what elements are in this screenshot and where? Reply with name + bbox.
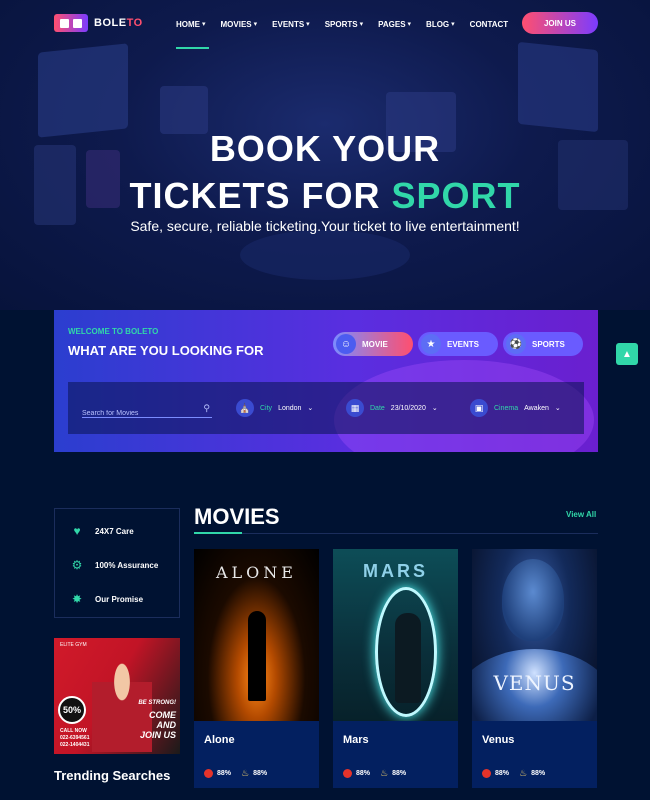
chevron-down-icon: ▾ [451, 21, 455, 28]
popcorn-icon: ♨ [380, 768, 389, 778]
search-filter-bar: ⚲ ⛪ City London ⌄ ▦ Date 23/10/2020 ⌄ ▣ … [68, 382, 584, 434]
movie-poster[interactable]: VENUS [472, 549, 597, 721]
events-icon: ★ [421, 334, 441, 354]
cinema-select[interactable]: ▣ Cinema Awaken ⌄ [470, 398, 561, 418]
nav-item-pages[interactable]: PAGES ▾ [378, 17, 411, 31]
chevron-down-icon: ▾ [253, 21, 258, 28]
promo-discount: 50% [58, 696, 86, 724]
hand-heart-icon: ♥ [73, 524, 81, 538]
chevron-down-icon: ⌄ [431, 405, 438, 412]
movie-poster[interactable]: MARS [333, 549, 458, 721]
tomato-icon [204, 769, 213, 778]
chevron-down-icon: ▾ [407, 21, 412, 28]
hero-title-line2: TICKETS FOR SPORT [0, 175, 650, 217]
hero-screen-illustration [160, 86, 208, 134]
ball-icon: ⚽ [506, 334, 526, 354]
theater-masks-icon: ☺ [336, 334, 356, 354]
movies-section-title: MOVIES [194, 504, 280, 529]
hero-title-highlight: SPORT [391, 175, 521, 216]
hero-screen-illustration [38, 43, 128, 138]
chevron-down-icon: ▾ [202, 21, 206, 28]
site-header: BOLETO HOME ▾ MOVIES ▾ EVENTS ▾ SPORTS ▾ PAG… [0, 0, 650, 49]
logo[interactable]: BOLETO [54, 14, 143, 32]
nav-item-movies[interactable]: MOVIES ▾ [221, 17, 258, 31]
nav-item-home[interactable]: HOME ▾ [176, 17, 208, 49]
logo-text: BOLETO [94, 17, 143, 29]
movie-card[interactable]: MARS Mars 88% ♨ 88% [333, 549, 458, 788]
movie-title[interactable]: Mars [343, 734, 369, 746]
trending-searches-title: Trending Searches [54, 768, 171, 783]
search-panel: WELCOME TO BOLETO WHAT ARE YOU LOOKING F… [54, 310, 598, 452]
chevron-up-icon: ▲ [622, 348, 632, 360]
chevron-down-icon: ▾ [359, 21, 364, 28]
join-us-button[interactable]: JOIN US [522, 12, 598, 34]
ticket-logo-icon [54, 14, 88, 32]
city-select[interactable]: ⛪ City London ⌄ [236, 398, 313, 418]
popcorn-icon: ♨ [241, 768, 250, 778]
panel-welcome: WELCOME TO BOLETO [68, 327, 159, 336]
movie-rating: 88% ♨ 88% [482, 768, 545, 779]
search-input[interactable] [82, 410, 192, 417]
chevron-down-icon: ▾ [306, 21, 310, 28]
panel-title: WHAT ARE YOU LOOKING FOR [68, 343, 264, 358]
hero-title-prefix: TICKETS FOR [129, 175, 392, 216]
movie-title[interactable]: Venus [482, 734, 514, 746]
movie-card[interactable]: VENUS Venus 88% ♨ 88% [472, 549, 597, 788]
promo-call: CALL NOW 022-6394561 022-1404431 [60, 728, 90, 748]
nav-item-sports[interactable]: SPORTS ▾ [325, 17, 363, 31]
promo-join: COME AND JOIN US [139, 710, 176, 740]
calendar-icon: ▦ [346, 399, 364, 417]
film-camera-icon: ▣ [470, 399, 488, 417]
movie-title[interactable]: Alone [204, 734, 235, 746]
category-movie-button[interactable]: ☺ MOVIE [333, 332, 413, 356]
title-underline [194, 532, 242, 534]
city-icon: ⛪ [236, 399, 254, 417]
medal-icon: ✸ [71, 592, 83, 606]
award-icon: ⚙ [71, 558, 83, 572]
nav-item-blog[interactable]: BLOG ▾ [426, 17, 455, 31]
view-all-link[interactable]: View All [566, 510, 596, 519]
hero-stage-illustration [240, 230, 410, 280]
section-divider [242, 533, 598, 534]
date-select[interactable]: ▦ Date 23/10/2020 ⌄ [346, 398, 438, 418]
main-nav: HOME ▾ MOVIES ▾ EVENTS ▾ SPORTS ▾ PAGES ▾ BLO… [176, 17, 523, 49]
search-field: ⚲ [82, 402, 212, 418]
feature-item: ✸ Our Promise [69, 591, 143, 607]
movie-rating: 88% ♨ 88% [204, 768, 267, 779]
search-icon[interactable]: ⚲ [203, 403, 210, 414]
features-box: ♥ 24X7 Care ⚙ 100% Assurance ✸ Our Promi… [54, 508, 180, 618]
nav-item-contact[interactable]: CONTACT [470, 17, 509, 31]
chevron-down-icon: ⌄ [307, 405, 314, 412]
nav-item-events[interactable]: EVENTS ▾ [272, 17, 310, 31]
promo-logo: ELITE GYM [60, 642, 87, 648]
scroll-to-top-button[interactable]: ▲ [616, 343, 638, 365]
tomato-icon [343, 769, 352, 778]
hero-title-line1: BOOK YOUR [209, 128, 441, 169]
gym-promo-banner[interactable]: ELITE GYM 50% BE STRONG! COME AND JOIN US… [54, 638, 180, 754]
promo-be-strong: BE STRONG! [138, 700, 176, 706]
tomato-icon [482, 769, 491, 778]
hero-screen-illustration [518, 41, 598, 133]
category-events-button[interactable]: ★ EVENTS [418, 332, 498, 356]
hero-subtitle: Safe, secure, reliable ticketing.Your ti… [130, 218, 520, 234]
feature-item: ♥ 24X7 Care [69, 523, 133, 539]
movie-rating: 88% ♨ 88% [343, 768, 406, 779]
feature-item: ⚙ 100% Assurance [69, 557, 159, 573]
category-sports-button[interactable]: ⚽ SPORTS [503, 332, 583, 356]
movie-card[interactable]: ALONE Alone 88% ♨ 88% [194, 549, 319, 788]
movie-poster[interactable]: ALONE [194, 549, 319, 721]
popcorn-icon: ♨ [519, 768, 528, 778]
chevron-down-icon: ⌄ [554, 405, 561, 412]
